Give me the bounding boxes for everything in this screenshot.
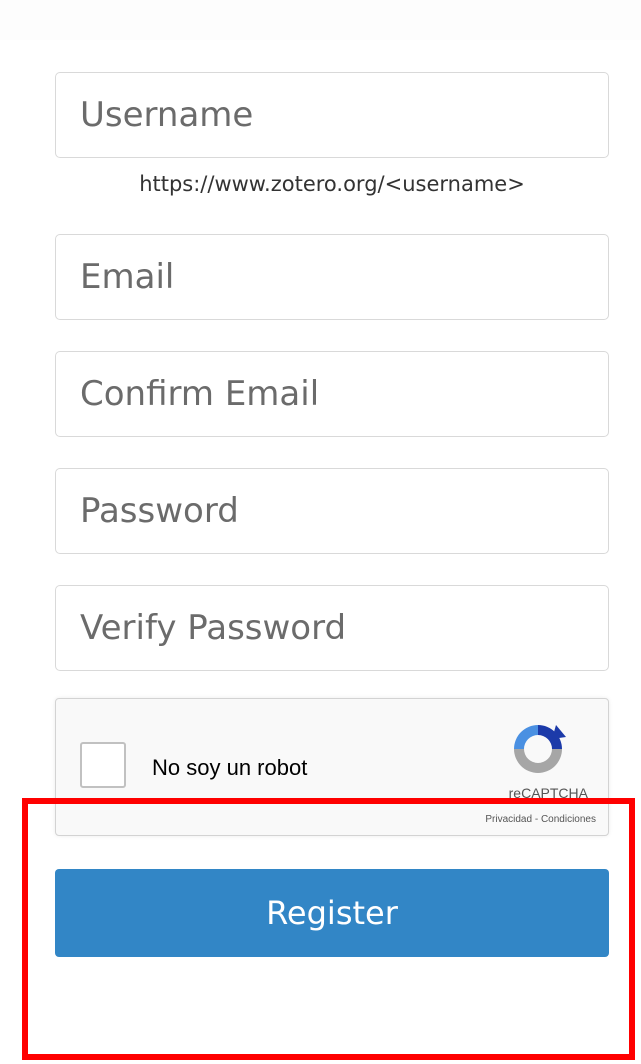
recaptcha-label: No soy un robot xyxy=(152,755,308,780)
recaptcha-brand-text: reCAPTCHA xyxy=(508,785,588,801)
recaptcha-widget: No soy un robot reCAPTCHA Privacidad - C… xyxy=(55,698,609,836)
top-strip xyxy=(0,0,641,40)
recaptcha-checkbox[interactable] xyxy=(80,742,126,788)
recaptcha-logo-icon xyxy=(514,725,566,773)
confirm-email-field[interactable] xyxy=(55,351,609,437)
recaptcha-links: Privacidad - Condiciones xyxy=(485,814,596,825)
verify-password-field[interactable] xyxy=(55,585,609,671)
email-field[interactable] xyxy=(55,234,609,320)
link-separator: - xyxy=(532,814,541,825)
username-field[interactable] xyxy=(55,72,609,158)
privacy-link[interactable]: Privacidad xyxy=(485,814,532,825)
username-url-hint: https://www.zotero.org/<username> xyxy=(139,172,525,196)
password-field[interactable] xyxy=(55,468,609,554)
terms-link[interactable]: Condiciones xyxy=(541,814,596,825)
register-button[interactable]: Register xyxy=(55,869,609,957)
registration-page: https://www.zotero.org/<username> No soy… xyxy=(0,0,641,1064)
